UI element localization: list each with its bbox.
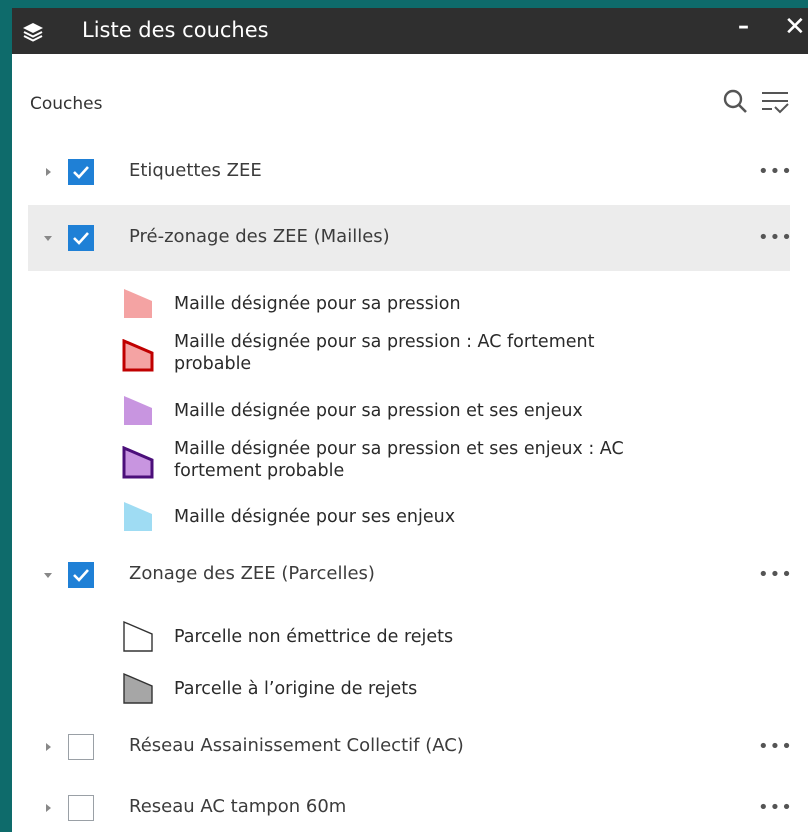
chevron-right-icon[interactable]: [42, 741, 54, 753]
legend-label: Maille désignée pour ses enjeux: [174, 507, 456, 527]
filter-list-icon[interactable]: [760, 88, 790, 114]
checkmark-icon: [73, 569, 89, 582]
legend-swatch-shape: [124, 396, 152, 425]
layers-icon: [23, 23, 43, 42]
checkmark-icon: [73, 166, 89, 179]
legend-label: Maille désignée pour sa pression et ses …: [174, 439, 624, 481]
layer-list-panel: Liste des couches – ✕ Couches Etiquettes…: [12, 8, 808, 832]
legend-swatch-shape: [124, 289, 152, 318]
layer-row[interactable]: Etiquettes ZEE •••: [28, 148, 793, 196]
legend-label: Maille désignée pour sa pression et ses …: [174, 401, 583, 421]
legend-label: Maille désignée pour sa pression : AC fo…: [174, 332, 595, 374]
more-options-button[interactable]: •••: [758, 797, 793, 818]
chevron-right-icon[interactable]: [42, 166, 54, 178]
layer-visibility-checkbox[interactable]: [68, 159, 94, 185]
layer-visibility-checkbox[interactable]: [68, 795, 94, 821]
legend-swatch-shape: [123, 620, 153, 652]
more-options-button[interactable]: •••: [758, 564, 793, 585]
polygon-symbol-icon: [124, 289, 152, 318]
layer-row[interactable]: Pré-zonage des ZEE (Mailles) •••: [28, 205, 793, 271]
polygon-symbol-icon: [122, 339, 154, 372]
layer-row[interactable]: Zonage des ZEE (Parcelles) •••: [28, 549, 793, 601]
more-options-button[interactable]: •••: [758, 227, 793, 248]
layer-label: Zonage des ZEE (Parcelles): [129, 563, 375, 584]
layer-label: Etiquettes ZEE: [129, 160, 262, 181]
polygon-symbol-icon: [124, 502, 152, 531]
legend-label: Parcelle non émettrice de rejets: [174, 627, 454, 647]
layer-visibility-checkbox[interactable]: [68, 225, 94, 251]
layer-label: Reseau AC tampon 60m: [129, 796, 347, 817]
chevron-down-icon[interactable]: [42, 232, 54, 244]
polygon-symbol-icon: [123, 620, 153, 652]
more-options-button[interactable]: •••: [758, 736, 793, 757]
search-icon[interactable]: [722, 88, 748, 114]
layers-section-label: Couches: [30, 94, 103, 114]
legend-swatch-shape: [122, 446, 154, 479]
more-options-button[interactable]: •••: [758, 161, 793, 182]
legend-swatch-shape: [123, 672, 153, 704]
legend-swatch-shape: [122, 339, 154, 372]
chevron-right-icon[interactable]: [42, 802, 54, 814]
panel-title: Liste des couches: [82, 18, 269, 42]
layer-visibility-checkbox[interactable]: [68, 562, 94, 588]
layer-visibility-checkbox[interactable]: [68, 734, 94, 760]
legend-label: Maille désignée pour sa pression: [174, 294, 461, 314]
close-button[interactable]: ✕: [784, 12, 806, 42]
layer-label: Pré-zonage des ZEE (Mailles): [129, 226, 390, 247]
polygon-symbol-icon: [124, 396, 152, 425]
legend-swatch-shape: [124, 502, 152, 531]
chevron-down-icon[interactable]: [42, 569, 54, 581]
polygon-symbol-icon: [123, 672, 153, 704]
layer-row[interactable]: Réseau Assainissement Collectif (AC) •••: [28, 722, 793, 772]
checkmark-icon: [73, 232, 89, 245]
panel-titlebar: Liste des couches – ✕: [12, 8, 808, 54]
polygon-symbol-icon: [122, 446, 154, 479]
layer-row[interactable]: Reseau AC tampon 60m •••: [28, 780, 793, 830]
minimize-button[interactable]: –: [738, 14, 749, 39]
legend-label: Parcelle à l’origine de rejets: [174, 679, 418, 699]
layer-label: Réseau Assainissement Collectif (AC): [129, 735, 464, 756]
